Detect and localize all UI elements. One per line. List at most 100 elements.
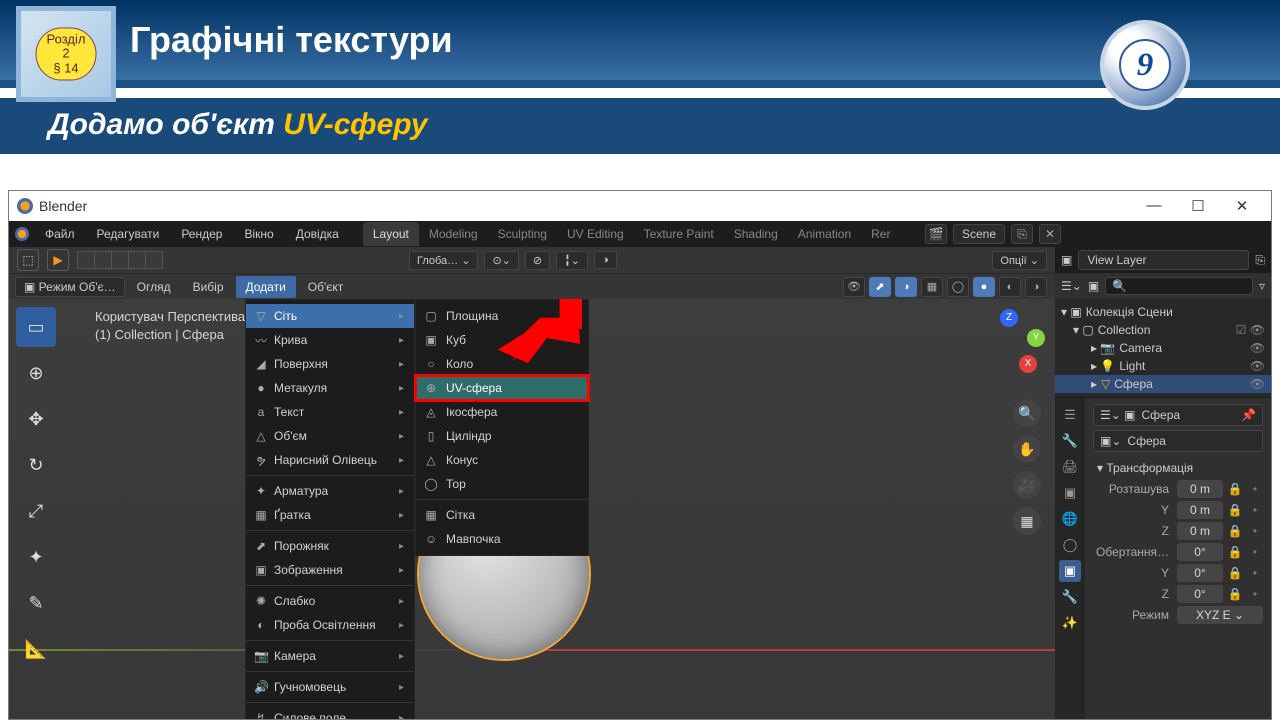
prop-tab-view[interactable]: ▣ (1059, 482, 1081, 504)
perspective-icon[interactable]: ▦ (1013, 507, 1041, 535)
viewlayer-new-icon[interactable]: ⎘ (1255, 253, 1265, 268)
mesh-item-4[interactable]: ◬Ікосфера (416, 400, 588, 424)
prop-tab-render[interactable]: 🔧 (1059, 430, 1081, 452)
menu-edit[interactable]: Редагувати (87, 223, 170, 245)
prop-tab-world[interactable]: ◯ (1059, 534, 1081, 556)
overlays-toggle-icon[interactable]: ◑ (895, 277, 917, 297)
rotation-mode[interactable]: XYZ E ⌄ (1177, 606, 1263, 624)
add-item-4[interactable]: aТекст▸ (246, 400, 414, 424)
pivot-dropdown[interactable]: ⊙⌄ (484, 251, 518, 270)
outliner-collection[interactable]: ▾ ▢ Collection☑ 👁 (1055, 321, 1271, 339)
add-item-3[interactable]: ●Метакуля▸ (246, 376, 414, 400)
tab-modeling[interactable]: Modeling (419, 222, 488, 246)
menu-window[interactable]: Вікно (234, 223, 283, 245)
gizmo-y-icon[interactable]: Y (1027, 329, 1045, 347)
visibility-icon[interactable]: 👁 (843, 277, 865, 297)
gizmo-x-icon[interactable]: X (1019, 355, 1037, 373)
tool-annotate[interactable]: ✎ (16, 583, 56, 623)
tab-shading[interactable]: Shading (724, 222, 788, 246)
outliner-camera[interactable]: ▸ 📷 Camera👁 (1055, 339, 1271, 357)
cursor-icon[interactable]: ▶ (47, 249, 69, 271)
select-mode[interactable] (77, 251, 162, 269)
viewport-canvas[interactable]: ▭ ⊕ ✥ ↻ ⤢ ✦ ✎ 📐 Користувач Перспектива (… (9, 299, 1055, 719)
prop-tab-particles[interactable]: ✨ (1059, 612, 1081, 634)
add-item-0[interactable]: ▽Сіть▸ (246, 304, 414, 328)
snap-target[interactable]: ╏⌄ (556, 251, 588, 270)
prop-tab-modifier[interactable]: 🔧 (1059, 586, 1081, 608)
add-item-12[interactable]: ◐Проба Освітлення▸ (246, 613, 414, 637)
add-item-8[interactable]: ▦Ґратка▸ (246, 503, 414, 527)
tool-select-box[interactable]: ▭ (16, 307, 56, 347)
tool-measure[interactable]: 📐 (16, 629, 56, 669)
menu-select[interactable]: Вибір (183, 276, 234, 298)
loc-z[interactable]: 0 m (1177, 522, 1223, 540)
tab-rer[interactable]: Rer (861, 222, 900, 246)
editor-type-icon[interactable]: ⬚ (17, 249, 39, 271)
tool-scale[interactable]: ⤢ (16, 491, 56, 531)
tab-uvediting[interactable]: UV Editing (557, 222, 634, 246)
mesh-item-7[interactable]: ◯Тор (416, 472, 588, 496)
menu-help[interactable]: Довідка (286, 223, 349, 245)
loc-y[interactable]: 0 m (1177, 501, 1223, 519)
loc-x[interactable]: 0 m (1177, 480, 1223, 498)
rot-z[interactable]: 0° (1177, 585, 1223, 603)
scene-browse-icon[interactable]: 🎬 (925, 224, 947, 244)
shading-solid-icon[interactable]: ● (973, 277, 995, 297)
panel-transform-header[interactable]: ▾ Трансформація (1093, 456, 1263, 480)
prop-tab-scene[interactable]: 🌐 (1059, 508, 1081, 530)
window-close[interactable]: ✕ (1221, 197, 1263, 215)
menu-file[interactable]: Файл (35, 223, 85, 245)
mesh-item-8[interactable]: ▦Сітка (416, 503, 588, 527)
tool-move[interactable]: ✥ (16, 399, 56, 439)
scene-name[interactable]: Scene (953, 224, 1005, 244)
mesh-item-5[interactable]: ▯Циліндр (416, 424, 588, 448)
add-item-10[interactable]: ▣Зображення▸ (246, 558, 414, 582)
gizmo-toggle-icon[interactable]: ⬈ (869, 277, 891, 297)
rot-y[interactable]: 0° (1177, 564, 1223, 582)
outliner-light[interactable]: ▸ 💡 Light👁 (1055, 357, 1271, 375)
proportional-toggle[interactable]: ◑ (594, 251, 617, 269)
outliner-display-icon[interactable]: ☰⌄ (1061, 279, 1082, 293)
add-item-15[interactable]: ↯Силове поле▸ (246, 706, 414, 719)
mode-dropdown[interactable]: ▣ Режим Об'є… (15, 277, 125, 297)
transform-orientation[interactable]: Глоба… ⌄ (409, 251, 478, 270)
shading-rendered-icon[interactable]: ◑ (1025, 277, 1047, 297)
add-item-14[interactable]: 🔊Гучномовець▸ (246, 675, 414, 699)
add-item-11[interactable]: ✺Слабко▸ (246, 589, 414, 613)
zoom-icon[interactable]: 🔍 (1013, 399, 1041, 427)
viewlayer-browse-icon[interactable]: ▣ (1061, 253, 1072, 267)
add-item-2[interactable]: ◢Поверхня▸ (246, 352, 414, 376)
menu-render[interactable]: Рендер (171, 223, 232, 245)
scene-del-icon[interactable]: ✕ (1039, 224, 1061, 244)
nav-gizmo[interactable]: Z Y X (973, 309, 1045, 381)
mesh-item-3[interactable]: ⊕UV-сфера (416, 376, 588, 400)
window-minimize[interactable]: — (1133, 197, 1175, 215)
tool-transform[interactable]: ✦ (16, 537, 56, 577)
tab-texturepaint[interactable]: Texture Paint (634, 222, 724, 246)
options-dropdown[interactable]: Опції ⌄ (992, 251, 1047, 270)
add-item-9[interactable]: ⬈Порожняк▸ (246, 534, 414, 558)
camera-view-icon[interactable]: 🎥 (1013, 471, 1041, 499)
xray-icon[interactable]: ▦ (921, 277, 943, 297)
prop-tab-output[interactable]: 🖨 (1059, 456, 1081, 478)
menu-object[interactable]: Об'єкт (298, 276, 354, 298)
tool-cursor[interactable]: ⊕ (16, 353, 56, 393)
menu-add[interactable]: Додати (236, 276, 296, 298)
app-icon[interactable] (15, 227, 29, 241)
window-maximize[interactable]: ☐ (1177, 197, 1219, 215)
tab-sculpting[interactable]: Sculpting (488, 222, 557, 246)
pan-icon[interactable]: ✋ (1013, 435, 1041, 463)
viewlayer-name[interactable]: View Layer (1078, 250, 1249, 270)
mesh-item-9[interactable]: ☺Мавпочка (416, 527, 588, 551)
gizmo-z-icon[interactable]: Z (1000, 309, 1018, 327)
shading-matprev-icon[interactable]: ◐ (999, 277, 1021, 297)
prop-tab-object[interactable]: ▣ (1059, 560, 1081, 582)
tab-layout[interactable]: Layout (363, 222, 419, 246)
shading-wire-icon[interactable]: ◯ (947, 277, 969, 297)
mesh-item-6[interactable]: △Конус (416, 448, 588, 472)
tab-animation[interactable]: Animation (788, 222, 861, 246)
tool-rotate[interactable]: ↻ (16, 445, 56, 485)
add-item-1[interactable]: 〰Крива▸ (246, 328, 414, 352)
snap-toggle[interactable]: ⊘ (525, 251, 550, 270)
add-item-7[interactable]: ✦Арматура▸ (246, 479, 414, 503)
